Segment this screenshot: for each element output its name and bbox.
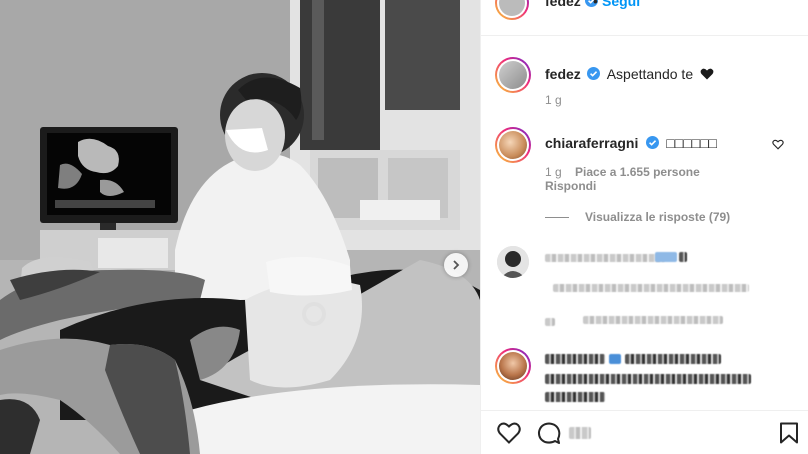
ultrasound-photo-image	[0, 0, 480, 454]
separator-dot: •	[593, 0, 598, 9]
pixelated-text	[545, 318, 555, 326]
post-header: fedez • Segui	[481, 0, 808, 36]
next-photo-button[interactable]	[444, 253, 468, 277]
pixelated-text	[545, 392, 605, 402]
view-replies-button[interactable]: Visualizza le risposte (79)	[545, 210, 730, 224]
caption: fedez Aspettando te	[481, 55, 808, 115]
comment-bubble-icon[interactable]	[537, 422, 561, 444]
reply-button[interactable]: Rispondi	[545, 179, 596, 193]
comment-likes[interactable]: Piace a 1.655 persone	[575, 165, 700, 179]
heart-outline-icon[interactable]	[497, 422, 521, 444]
verified-badge-icon	[645, 136, 659, 149]
black-heart-icon	[700, 68, 713, 80]
pixelated-text	[545, 374, 751, 384]
pixelated-text	[545, 354, 605, 364]
action-bar	[481, 410, 808, 454]
pixelated-text	[679, 252, 687, 262]
author-username[interactable]: fedez	[545, 0, 581, 9]
avatar-image	[497, 246, 529, 278]
comment-username[interactable]: chiaraferragni	[545, 135, 638, 151]
follow-button[interactable]: Segui	[602, 0, 640, 9]
caption-username[interactable]: fedez	[545, 66, 581, 82]
pixelated-comment	[481, 346, 808, 410]
caption-text: Aspettando te	[606, 66, 694, 82]
pixelated-text	[625, 354, 721, 364]
pixelated-text	[553, 284, 749, 292]
comment-avatar[interactable]	[495, 348, 531, 384]
caption-avatar[interactable]	[495, 57, 531, 93]
pixelated-text	[609, 354, 621, 364]
heart-outline-icon[interactable]	[772, 139, 784, 150]
comment: chiaraferragni □□□□□□ 1 g Piace a 1.655 …	[481, 122, 808, 232]
pixelated-text	[545, 254, 665, 262]
pixelated-icon	[569, 427, 591, 439]
author-avatar[interactable]	[495, 0, 529, 20]
pixelated-text	[655, 252, 677, 262]
comment-text: □□□□□□	[666, 135, 718, 151]
comment-avatar[interactable]	[495, 127, 531, 163]
view-replies-label: Visualizza le risposte (79)	[585, 210, 731, 224]
divider-line	[545, 217, 569, 219]
comment-avatar[interactable]	[497, 246, 529, 278]
bookmark-icon[interactable]	[779, 422, 799, 444]
post-sidebar: fedez • Segui fedez Aspettando te 1 g ch	[480, 0, 808, 454]
caption-time: 1 g	[545, 93, 562, 107]
comment-time: 1 g	[545, 165, 562, 179]
verified-badge-icon	[587, 67, 601, 80]
chevron-right-icon	[453, 260, 460, 270]
pixelated-comment	[481, 240, 808, 340]
post-photo	[0, 0, 480, 454]
pixelated-text	[583, 316, 723, 324]
